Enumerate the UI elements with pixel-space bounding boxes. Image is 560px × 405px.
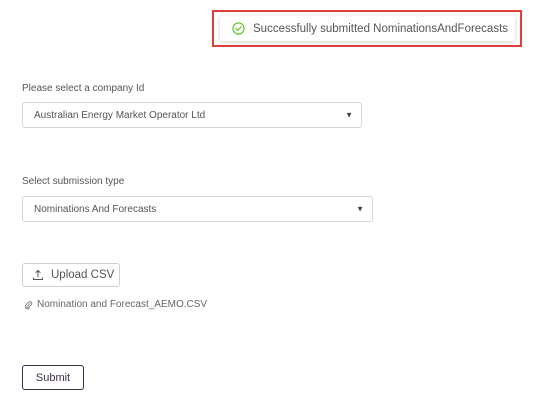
company-id-label: Please select a company Id	[22, 83, 145, 94]
success-toast: Successfully submitted NominationsAndFor…	[220, 16, 515, 41]
chevron-down-icon: ▼	[345, 110, 353, 120]
uploaded-file-name: Nomination and Forecast_AEMO.CSV	[37, 299, 208, 310]
submission-type-label: Select submission type	[22, 176, 125, 187]
company-id-value: Australian Energy Market Operator Ltd	[34, 109, 206, 121]
upload-csv-label: Upload CSV	[51, 269, 115, 281]
chevron-down-icon: ▼	[356, 204, 364, 214]
upload-icon	[33, 269, 43, 280]
toast-message: Successfully submitted NominationsAndFor…	[253, 22, 509, 35]
uploaded-file-item[interactable]: Nomination and Forecast_AEMO.CSV	[24, 299, 207, 310]
paperclip-icon	[24, 300, 33, 309]
check-circle-icon	[232, 22, 245, 35]
submission-page: Successfully submitted NominationsAndFor…	[0, 0, 560, 405]
upload-csv-button[interactable]: Upload CSV	[22, 263, 120, 287]
submission-type-select[interactable]: Nominations And Forecasts ▼	[22, 196, 373, 222]
submit-button[interactable]: Submit	[22, 365, 84, 390]
submission-type-value: Nominations And Forecasts	[34, 203, 157, 215]
company-id-select[interactable]: Australian Energy Market Operator Ltd ▼	[22, 102, 362, 128]
